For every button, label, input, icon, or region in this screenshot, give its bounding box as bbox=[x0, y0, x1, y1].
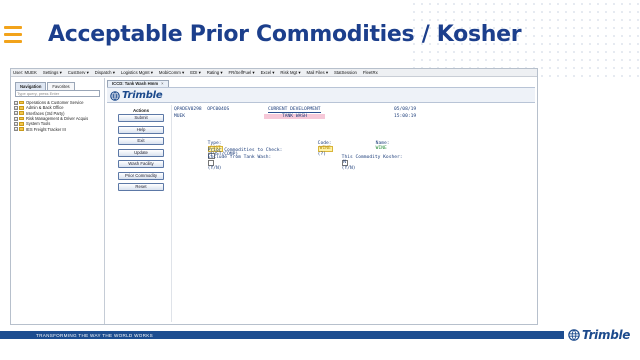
tree-item-label: Operations & Customer Service bbox=[26, 100, 84, 106]
app-brand-bar: Trimble bbox=[107, 87, 535, 103]
menu-item-excel[interactable]: Excel ▾ bbox=[261, 70, 275, 76]
document-tab[interactable]: ICCD: Tank Wash Hmm × bbox=[107, 80, 169, 87]
menu-item-custserv[interactable]: CustServ ▾ bbox=[68, 70, 89, 76]
trimble-globe-icon bbox=[568, 329, 580, 341]
footer-tagline: TRANSFORMING THE WAY THE WORLD WORKS bbox=[36, 332, 153, 338]
actions-header: Actions bbox=[132, 108, 150, 113]
help-button[interactable]: Help bbox=[118, 125, 164, 134]
screen-job-id: QPADEV0298 OPC004OS bbox=[174, 107, 230, 112]
nav-tree: + Operations & Customer Service + Admin & … bbox=[14, 100, 104, 132]
slide: Acceptable Prior Commodities / Kosher Us… bbox=[0, 0, 640, 360]
wash-facility-button[interactable]: Wash Facility bbox=[118, 160, 164, 168]
terminal-screen: QPADEV0298 OPC004OS CURRENT DEVELOPMENT … bbox=[171, 105, 531, 322]
folder-icon bbox=[19, 116, 24, 121]
menu-item-logistics[interactable]: Logistics Mgmt ▾ bbox=[121, 70, 153, 76]
brand-logo: Trimble bbox=[568, 328, 630, 342]
menu-item-fuel[interactable]: FR/SelfFuel ▾ bbox=[229, 70, 255, 76]
trimble-globe-icon bbox=[110, 90, 120, 101]
screen-environment: CURRENT DEVELOPMENT bbox=[268, 107, 321, 113]
tab-favorites[interactable]: Favorites bbox=[47, 82, 75, 90]
screen-user: MUEK bbox=[174, 114, 186, 119]
screen-title-wrap: TANK WASH bbox=[264, 114, 325, 119]
menu-item-dispatch[interactable]: Dispatch ▾ bbox=[95, 70, 115, 76]
close-icon[interactable]: × bbox=[161, 81, 163, 86]
menu-item-edi[interactable]: EDI ▾ bbox=[190, 70, 201, 76]
expand-icon[interactable]: + bbox=[14, 105, 18, 110]
expand-icon[interactable]: + bbox=[14, 100, 18, 105]
content-pane: ICCD: Tank Wash Hmm × Trimble Actions Sub… bbox=[107, 78, 535, 324]
slide-title: Acceptable Prior Commodities / Kosher bbox=[48, 22, 522, 47]
tree-item-label: IES Freight Tracker III bbox=[26, 126, 66, 132]
expand-icon[interactable]: + bbox=[14, 116, 18, 121]
tree-item-label: System Tools bbox=[26, 121, 51, 127]
nav-search-input[interactable]: Type query, press Enter bbox=[15, 90, 100, 97]
tree-item-label: Risk Management & Driver Acquis bbox=[26, 116, 89, 122]
expand-icon[interactable]: + bbox=[14, 127, 18, 132]
menu-bar: User: MUEK Settings ▾ CustServ ▾ Dispatc… bbox=[11, 69, 537, 77]
kosher-hint: (Y/N) bbox=[341, 166, 356, 172]
exclude-row: Exclude from Tank Wash: (Y/N) bbox=[180, 150, 271, 176]
tree-item[interactable]: + IES Freight Tracker III bbox=[14, 126, 104, 132]
folder-icon bbox=[19, 100, 24, 105]
menu-user: User: MUEK bbox=[13, 70, 37, 75]
exclude-field[interactable] bbox=[207, 160, 214, 166]
tree-item-label: Interfaces (3rd Party) bbox=[26, 110, 65, 116]
kosher-label: This Commodity Kosher: bbox=[341, 155, 403, 160]
menu-item-rating[interactable]: Rating ▾ bbox=[207, 70, 223, 76]
folder-icon bbox=[19, 127, 24, 131]
menu-item-statsession[interactable]: StatSession bbox=[334, 70, 357, 75]
menu-item-mailfiles[interactable]: Mail Files ▾ bbox=[306, 70, 328, 76]
prior-commodity-button[interactable]: Prior Commodity bbox=[118, 171, 164, 180]
menu-item-risk[interactable]: Risk Mgt ▾ bbox=[280, 70, 300, 76]
expand-icon[interactable]: + bbox=[14, 121, 18, 126]
app-logo: Trimble bbox=[110, 90, 163, 101]
update-button[interactable]: Update bbox=[118, 148, 164, 157]
tree-item-label: Admin & Back Office bbox=[26, 105, 64, 111]
app-window: User: MUEK Settings ▾ CustServ ▾ Dispatc… bbox=[10, 68, 538, 325]
document-tab-label: ICCD: Tank Wash Hmm bbox=[112, 81, 159, 86]
reset-button[interactable]: Reset bbox=[118, 183, 164, 191]
exclude-label: Exclude from Tank Wash: bbox=[207, 155, 272, 160]
folder-icon bbox=[19, 122, 24, 126]
menu-icon bbox=[4, 26, 22, 47]
screen-title: TANK WASH bbox=[264, 114, 325, 119]
menu-item-mobicomm[interactable]: MobiComm ▾ bbox=[159, 70, 184, 76]
brand-text: Trimble bbox=[582, 328, 631, 342]
exclude-hint: (Y/N) bbox=[207, 166, 222, 172]
screen-env-wrap: CURRENT DEVELOPMENT bbox=[268, 107, 321, 113]
navigation-pane: Navigation Favorites Type query, press E… bbox=[11, 78, 105, 324]
tab-navigation[interactable]: Navigation bbox=[15, 82, 47, 90]
menu-item-fleetrx[interactable]: FleetRx bbox=[363, 70, 378, 75]
folder-icon bbox=[19, 106, 24, 110]
kosher-row: This Commodity Kosher: N (Y/N) bbox=[314, 150, 403, 176]
actions-panel: Actions Submit Help Exit Update Wash Fac… bbox=[117, 107, 165, 195]
submit-button[interactable]: Submit bbox=[118, 114, 164, 122]
screen-time: 15:00:19 bbox=[394, 114, 417, 119]
exit-button[interactable]: Exit bbox=[118, 137, 164, 145]
nav-tabs: Navigation Favorites bbox=[15, 82, 104, 90]
kosher-field[interactable]: N bbox=[341, 160, 348, 166]
app-logo-text: Trimble bbox=[122, 90, 163, 101]
expand-icon[interactable]: + bbox=[14, 111, 18, 116]
screen-date: 05/08/19 bbox=[394, 107, 417, 112]
folder-icon bbox=[19, 111, 24, 116]
menu-item-settings[interactable]: Settings ▾ bbox=[43, 70, 62, 76]
